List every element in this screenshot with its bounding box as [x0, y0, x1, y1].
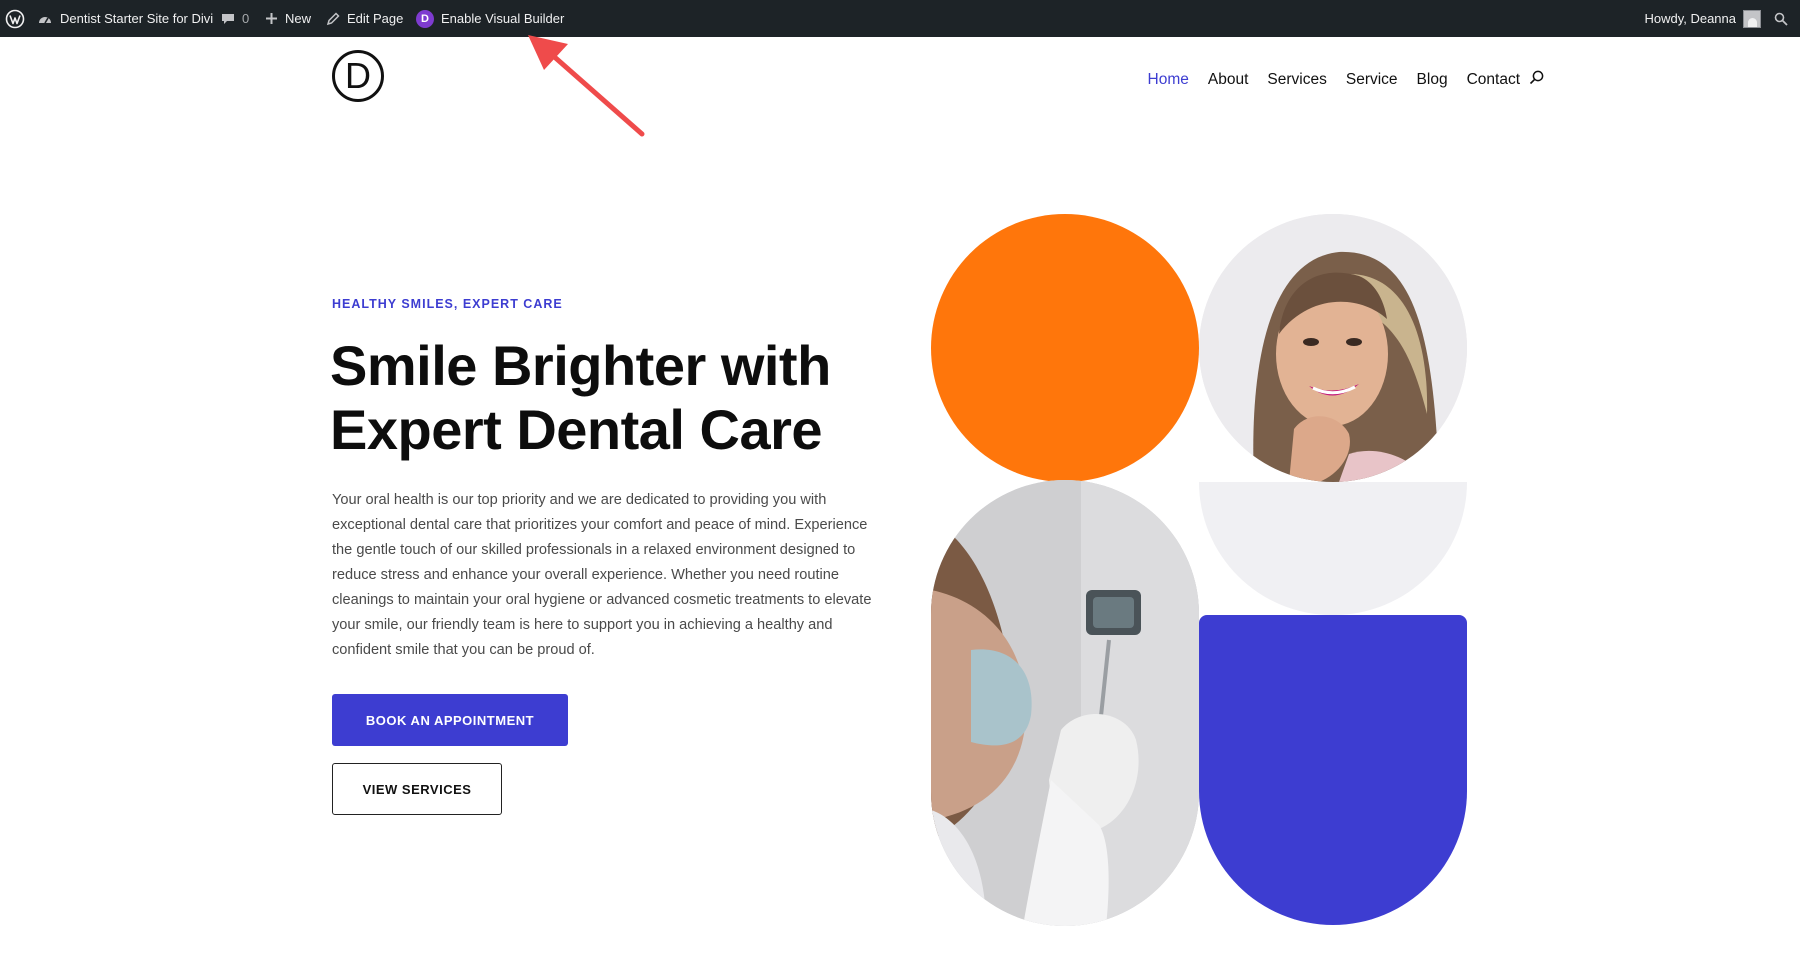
edit-page-label: Edit Page — [347, 11, 404, 26]
edit-page-button[interactable]: Edit Page — [326, 0, 403, 37]
site-name-link[interactable]: Dentist Starter Site for Divi — [37, 0, 213, 37]
new-label: New — [285, 11, 312, 26]
site-logo[interactable]: D — [332, 50, 384, 102]
dashboard-icon — [37, 11, 53, 27]
hero-body: Your oral health is our top priority and… — [332, 492, 872, 658]
search-icon[interactable] — [1774, 12, 1788, 26]
view-services-button[interactable]: VIEW SERVICES — [332, 763, 502, 815]
smiling-woman-photo — [1199, 214, 1467, 482]
nav-item-home[interactable]: Home — [1148, 71, 1189, 89]
dentist-holding-xray-photo — [931, 480, 1199, 926]
wordpress-icon — [5, 9, 25, 29]
wordpress-menu[interactable] — [5, 0, 25, 37]
orange-circle — [931, 214, 1199, 482]
comments-count: 0 — [242, 11, 250, 26]
hero-eyebrow: HEALTHY SMILES, EXPERT CARE — [332, 297, 563, 311]
nav-item-service[interactable]: Service — [1346, 71, 1398, 89]
book-appointment-button[interactable]: BOOK AN APPOINTMENT — [332, 694, 568, 746]
main-navigation: Home About Services Service Blog Contact — [1148, 70, 1544, 90]
new-content-button[interactable]: New — [265, 0, 311, 37]
comment-icon — [221, 12, 235, 26]
avatar — [1743, 9, 1761, 28]
search-icon[interactable] — [1529, 70, 1544, 90]
howdy-label: Howdy, Deanna — [1644, 11, 1736, 26]
admin-bar: Dentist Starter Site for Divi 0 New Edit… — [0, 0, 1800, 37]
account-menu[interactable]: Howdy, Deanna — [1644, 0, 1788, 37]
plus-icon — [265, 12, 278, 25]
grey-half-circle — [1199, 482, 1467, 615]
annotation-arrow-icon — [528, 35, 645, 137]
comments-link[interactable]: 0 — [221, 0, 249, 37]
enable-visual-builder-label: Enable Visual Builder — [441, 11, 565, 26]
nav-item-services[interactable]: Services — [1267, 71, 1326, 89]
site-name: Dentist Starter Site for Divi — [60, 11, 214, 26]
nav-item-about[interactable]: About — [1208, 71, 1249, 89]
pencil-icon — [326, 11, 340, 26]
blue-arch-shape — [1199, 615, 1467, 925]
divi-icon: D — [416, 9, 434, 28]
nav-item-contact[interactable]: Contact — [1467, 71, 1520, 89]
nav-item-blog[interactable]: Blog — [1417, 71, 1448, 89]
hero-title: Smile Brighter with Expert Dental Care — [330, 334, 831, 461]
